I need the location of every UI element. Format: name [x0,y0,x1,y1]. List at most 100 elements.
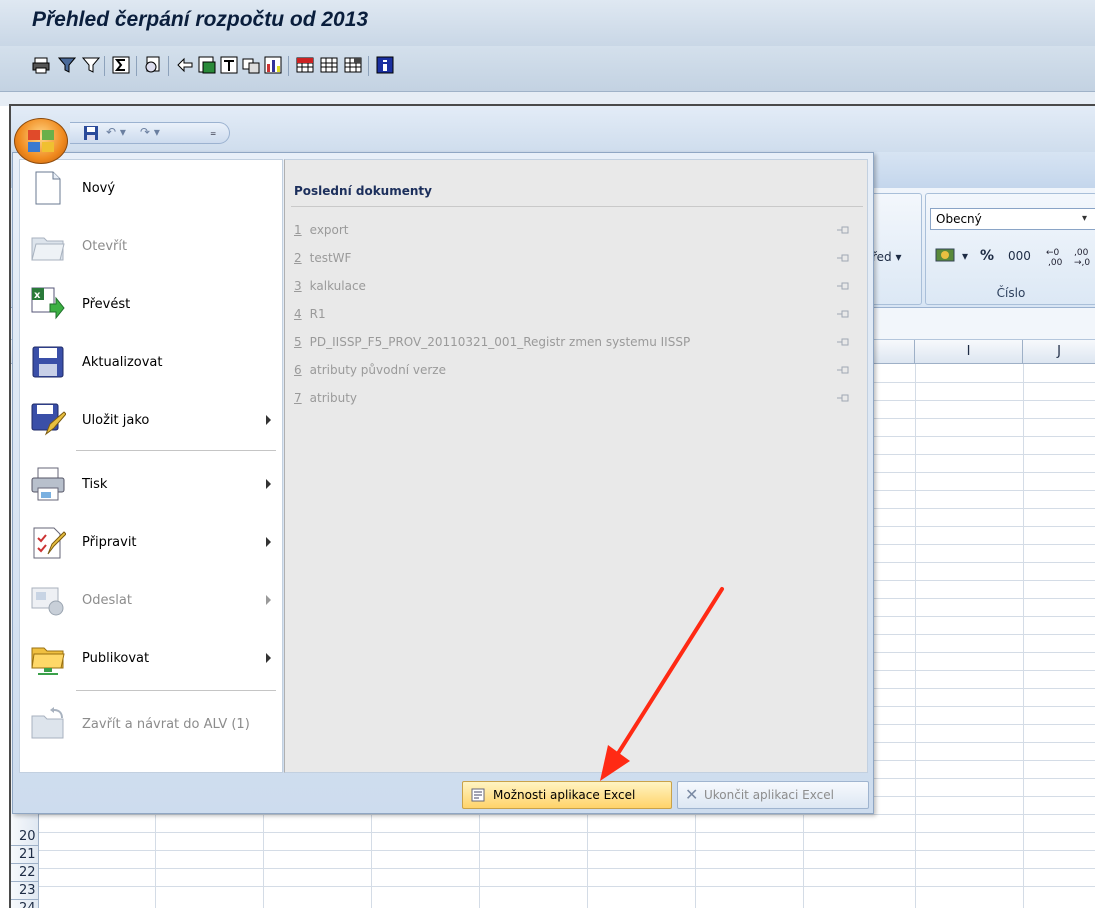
menu-item-update[interactable]: Aktualizovat [20,334,282,392]
sap-title-bar: Přehled čerpání rozpočtu od 2013 [0,0,1095,46]
pin-icon[interactable] [836,225,850,235]
column-header-i[interactable]: I [915,340,1023,364]
row-header-23[interactable]: 23 [11,882,39,900]
menu-item-label: Otevřít [82,239,128,254]
local-file-icon[interactable] [198,56,216,74]
close-return-icon [31,707,64,739]
submenu-arrow-icon [266,479,271,489]
export-icon[interactable] [176,56,194,74]
subtotal-icon[interactable] [144,56,162,74]
menu-item-label: Připravit [82,535,137,550]
info-icon[interactable] [376,56,394,74]
print-icon[interactable] [32,56,50,74]
open-folder-icon [31,237,65,261]
convert-excel-icon: x [31,287,65,320]
recent-documents-title: Poslední dokumenty [294,184,432,198]
increase-decimal-icon[interactable]: ←0,00 [1044,245,1070,269]
send-icon [31,587,64,616]
publish-folder-icon [31,647,65,675]
thousands-separator-button[interactable]: 000 [1008,249,1031,273]
sap-toolbar [0,46,1095,92]
recent-document[interactable]: 3 kalkulace [294,275,854,297]
recent-document[interactable]: 1 export [294,219,854,241]
page-title: Přehled čerpání rozpočtu od 2013 [32,8,369,31]
excel-options-button[interactable]: Možnosti aplikace Excel [462,781,672,809]
menu-item-new[interactable]: Nový [20,160,282,218]
menu-item-close-return: Zavřít a návrat do ALV (1) [20,696,282,754]
redo-icon[interactable]: ↷ ▾ [140,125,160,139]
menu-item-label: Aktualizovat [82,355,163,370]
row-header-20[interactable]: 20 [11,828,39,846]
menu-item-save-as[interactable]: Uložit jako [20,392,282,450]
recent-document[interactable]: 2 testWF [294,247,854,269]
menu-item-send: Odeslat [20,572,282,630]
svg-text:,00: ,00 [1048,258,1063,268]
menu-item-label: Zavřít a návrat do ALV (1) [82,717,250,732]
menu-item-label: Tisk [82,477,108,492]
number-format-select[interactable]: Obecný [930,208,1095,230]
chevron-down-icon[interactable]: ▾ [1082,213,1087,224]
menu-item-label: Publikovat [82,651,150,666]
filter-icon[interactable] [58,56,76,74]
filter-off-icon[interactable] [82,56,100,74]
printer-icon [31,467,65,501]
change-layout-icon[interactable] [242,56,260,74]
menu-item-label: Odeslat [82,593,132,608]
pin-icon[interactable] [836,281,850,291]
recent-document[interactable]: 6 atributy původní verze [294,359,854,381]
pin-icon[interactable] [836,393,850,403]
menu-item-convert[interactable]: x Převést [20,276,282,334]
menu-item-prepare[interactable]: Připravit [20,514,282,572]
recent-document[interactable]: 7 atributy [294,387,854,409]
svg-text:←0: ←0 [1046,248,1060,258]
save-disk-icon [32,346,64,378]
menu-item-open: Otevřít [20,218,282,276]
submenu-arrow-icon [266,415,271,425]
exit-excel-label: Ukončit aplikaci Excel [704,788,834,802]
pin-icon[interactable] [836,337,850,347]
quick-access-toolbar: ↶ ▾ ↷ ▾ ₌ [70,122,230,144]
select-layout-icon[interactable] [220,56,238,74]
save-as-icon [31,403,66,436]
row-header-21[interactable]: 21 [11,846,39,864]
excel-options-label: Možnosti aplikace Excel [493,788,636,802]
svg-text:x: x [34,290,41,301]
percent-button[interactable]: % [980,248,994,272]
currency-dropdown-icon[interactable]: ▾ [962,249,968,273]
office-menu-commands: Nový Otevřít x Převést Aktualizovat Ulož… [19,159,283,773]
menu-item-publish[interactable]: Publikovat [20,630,282,688]
pin-icon[interactable] [836,309,850,319]
row-header-22[interactable]: 22 [11,864,39,882]
menu-item-label: Převést [82,297,131,312]
office-logo-icon [28,130,54,152]
options-document-icon [471,788,485,802]
wrap-text-button[interactable]: řed ▾ [872,250,902,264]
office-button[interactable] [14,118,68,164]
svg-text:,00: ,00 [1074,248,1089,258]
table-icon[interactable] [296,56,314,74]
ribbon-group-alignment [870,193,922,305]
new-document-icon [35,171,61,205]
menu-item-label: Nový [82,181,116,196]
column-header-j[interactable]: J [1023,340,1095,364]
exit-excel-button: ✕ Ukončit aplikaci Excel [677,781,869,809]
undo-icon[interactable]: ↶ ▾ [106,125,126,139]
submenu-arrow-icon [266,595,271,605]
decrease-decimal-icon[interactable]: ,00→,0 [1072,245,1095,269]
graphic-icon[interactable] [264,56,282,74]
ribbon-group-number-label: Číslo [996,286,1026,300]
sum-icon[interactable] [112,56,130,74]
recent-document[interactable]: 4 R1 [294,303,854,325]
recent-documents-panel: Poslední dokumenty 1 export 2 testWF 3 kalk… [284,159,868,773]
office-menu: Nový Otevřít x Převést Aktualizovat Ulož… [12,152,874,814]
recent-document[interactable]: 5 PD_IISSP_F5_PROV_20110321_001_Registr z… [294,331,854,353]
qat-customize-icon[interactable]: ₌ [210,125,216,139]
column-remove-icon[interactable] [344,56,362,74]
row-header-24[interactable]: 24 [11,900,39,908]
column-add-icon[interactable] [320,56,338,74]
save-icon[interactable] [84,126,98,140]
currency-format-icon[interactable] [934,245,956,269]
pin-icon[interactable] [836,365,850,375]
pin-icon[interactable] [836,253,850,263]
menu-item-print[interactable]: Tisk [20,456,282,514]
